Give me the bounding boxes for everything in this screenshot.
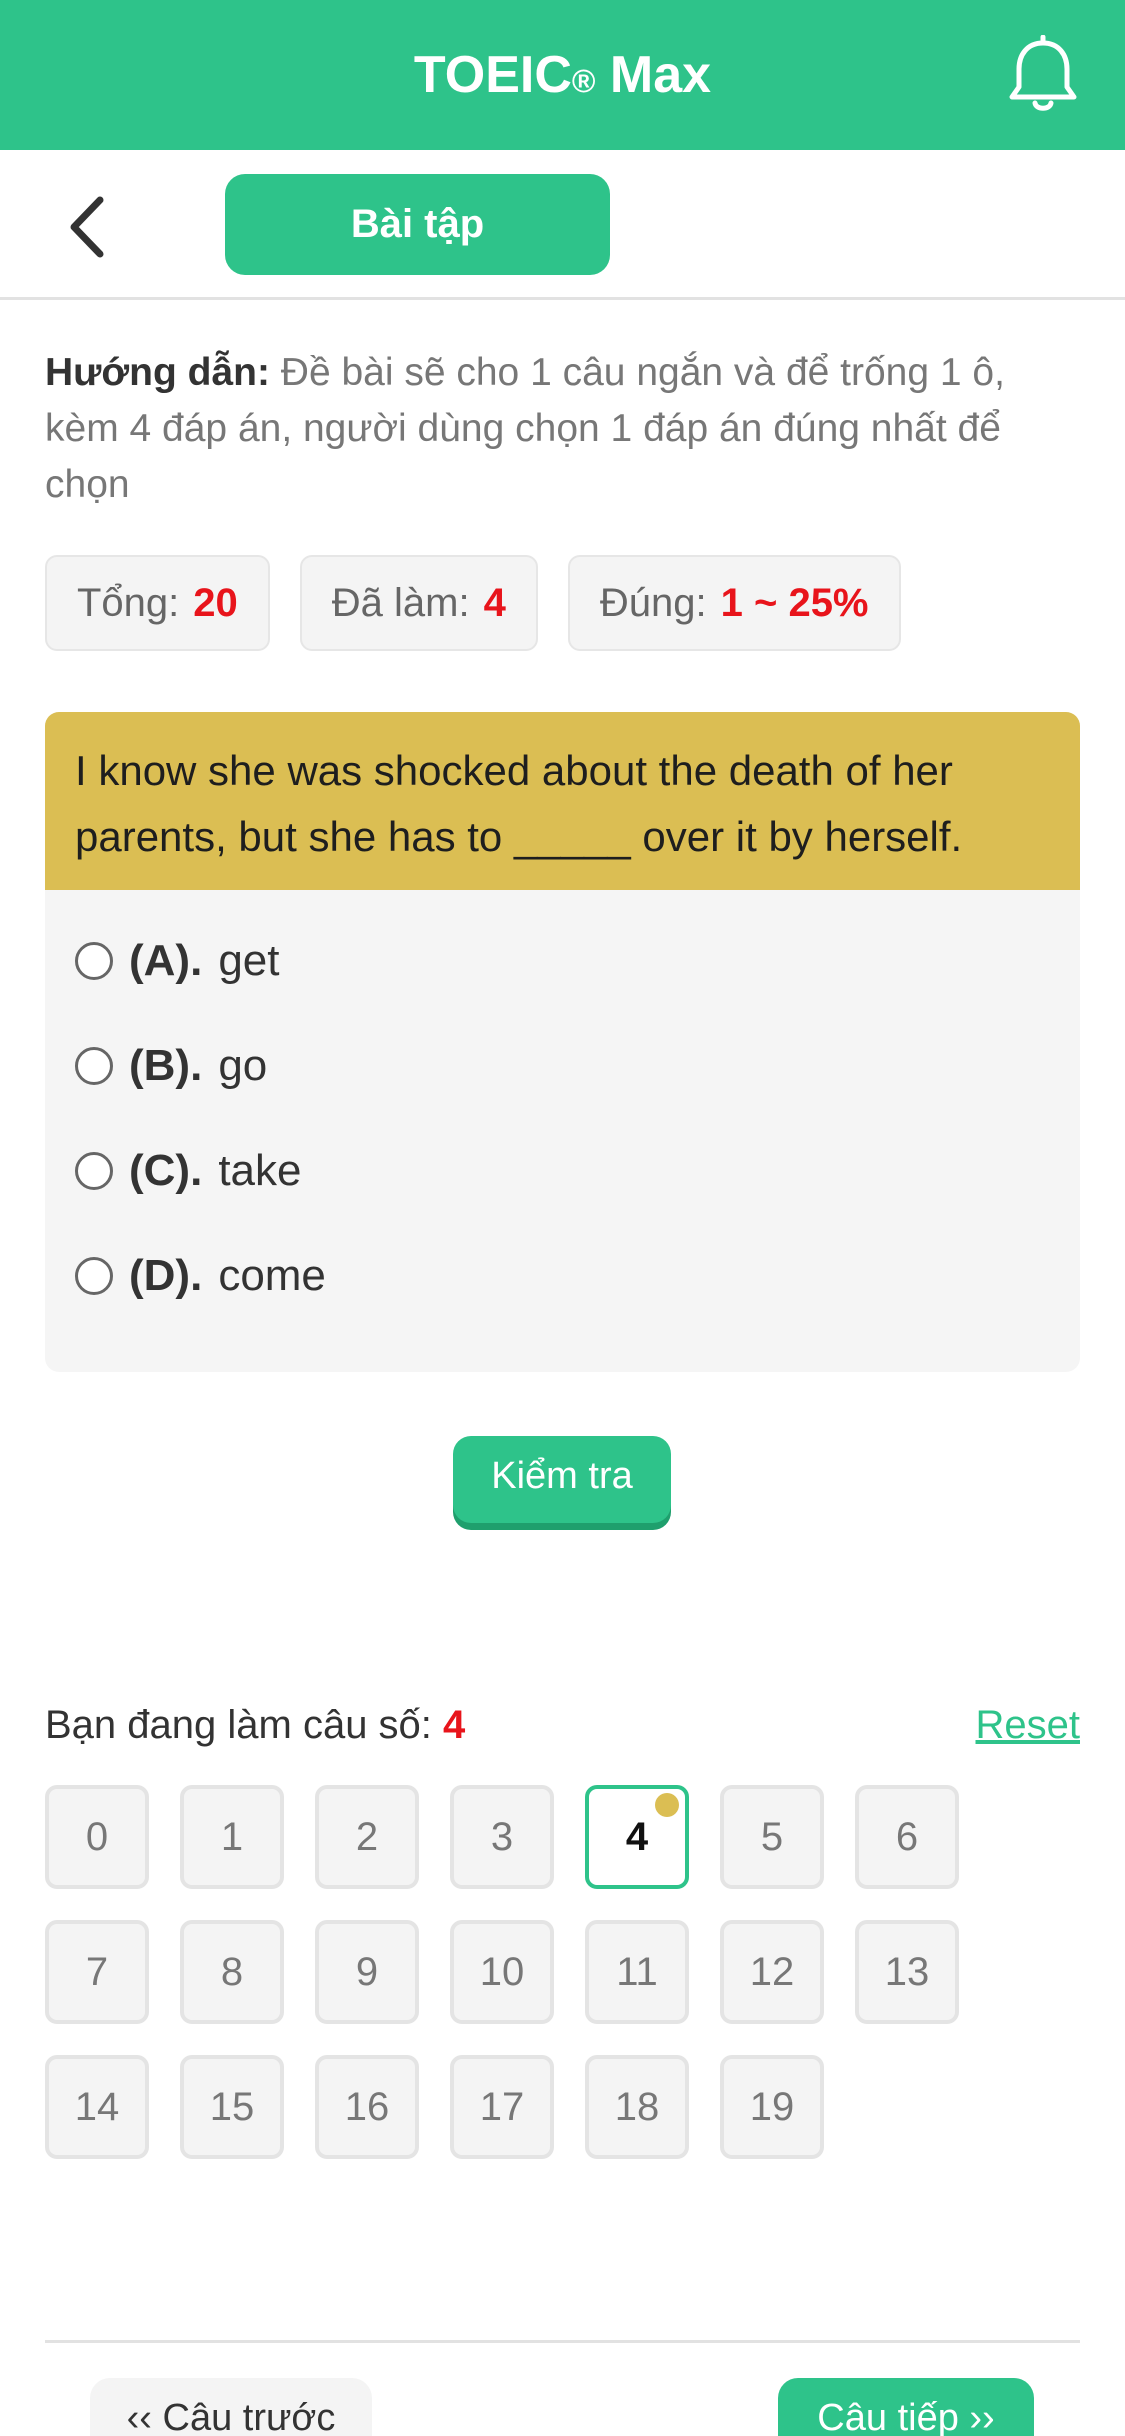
option-a[interactable]: (A). get [45, 908, 1080, 1013]
option-text: get [218, 935, 280, 985]
question-number-button[interactable]: 15 [180, 2055, 284, 2159]
instructions: Hướng dẫn: Đề bài sẽ cho 1 câu ngắn và đ… [45, 345, 1085, 513]
question-number-button[interactable]: 2 [315, 1785, 419, 1889]
options-list: (A). get (B). go (C). take (D). come [45, 890, 1080, 1328]
chevron-left-icon [70, 196, 104, 258]
prev-question-button[interactable]: ‹‹ Câu trước [90, 2378, 372, 2436]
option-c[interactable]: (C). take [45, 1118, 1080, 1223]
stat-done-value: 4 [483, 580, 506, 625]
stat-total-value: 20 [193, 580, 238, 625]
question-number-button[interactable]: 11 [585, 1920, 689, 2024]
registered-mark: ® [571, 63, 596, 99]
question-number-button[interactable]: 13 [855, 1920, 959, 2024]
divider [45, 2340, 1080, 2343]
question-number-button[interactable]: 0 [45, 1785, 149, 1889]
tab-exercises[interactable]: Bài tập [225, 174, 610, 275]
stat-done-label: Đã làm: [331, 580, 470, 625]
question-number-button[interactable]: 12 [720, 1920, 824, 2024]
option-key: (B). [129, 1040, 203, 1090]
question-number-button[interactable]: 16 [315, 2055, 419, 2159]
question-card: I know she was shocked about the death o… [45, 712, 1080, 1372]
bell-icon[interactable] [1005, 34, 1081, 115]
question-number-button[interactable]: 8 [180, 1920, 284, 2024]
current-question-label: Bạn đang làm câu số: [45, 1703, 432, 1747]
current-question-row: Bạn đang làm câu số: 4 Reset [45, 1695, 1080, 1755]
option-key: (D). [129, 1250, 203, 1300]
option-key: (C). [129, 1145, 203, 1195]
stat-correct-label: Đúng: [599, 580, 707, 625]
radio-button[interactable] [75, 941, 113, 980]
option-text: come [218, 1250, 326, 1300]
question-number-button[interactable]: 3 [450, 1785, 554, 1889]
app-title-main: TOEIC [413, 46, 572, 104]
question-text: I know she was shocked about the death o… [45, 712, 1080, 890]
check-button[interactable]: Kiểm tra [453, 1436, 671, 1523]
radio-button[interactable] [75, 1151, 113, 1190]
current-marker-dot [655, 1793, 679, 1817]
radio-button[interactable] [75, 1046, 113, 1085]
option-b[interactable]: (B). go [45, 1013, 1080, 1118]
reset-link[interactable]: Reset [976, 1695, 1081, 1755]
next-question-button[interactable]: Câu tiếp ›› [778, 2378, 1034, 2436]
question-number-button[interactable]: 5 [720, 1785, 824, 1889]
question-number-button[interactable]: 19 [720, 2055, 824, 2159]
app-title-suffix: Max [595, 46, 712, 104]
question-number-button[interactable]: 6 [855, 1785, 959, 1889]
sub-header: Bài tập [0, 150, 1125, 300]
radio-button[interactable] [75, 1256, 113, 1295]
app-title: TOEIC® Max [0, 40, 1125, 110]
stat-correct-value: 1 ~ 25% [720, 580, 869, 625]
stat-correct: Đúng: 1 ~ 25% [567, 555, 901, 651]
app-bar: TOEIC® Max [0, 0, 1125, 150]
option-text: take [218, 1145, 302, 1195]
question-number-button[interactable]: 9 [315, 1920, 419, 2024]
option-key: (A). [129, 935, 203, 985]
question-number-button[interactable]: 18 [585, 2055, 689, 2159]
current-question-number: 4 [443, 1703, 466, 1747]
stat-total: Tổng: 20 [45, 555, 270, 651]
question-number-button[interactable]: 17 [450, 2055, 554, 2159]
question-number-button[interactable]: 14 [45, 2055, 149, 2159]
instructions-label: Hướng dẫn: [45, 351, 270, 394]
question-number-button[interactable]: 10 [450, 1920, 554, 2024]
stats-row: Tổng: 20 Đã làm: 4 Đúng: 1 ~ 25% [45, 555, 901, 651]
stat-total-label: Tổng: [77, 580, 180, 625]
option-d[interactable]: (D). come [45, 1223, 1080, 1328]
question-number-button[interactable]: 7 [45, 1920, 149, 2024]
question-number-button[interactable]: 1 [180, 1785, 284, 1889]
option-text: go [218, 1040, 268, 1090]
stat-done: Đã làm: 4 [299, 555, 538, 651]
question-number-button[interactable]: 4 [585, 1785, 689, 1889]
back-button[interactable] [60, 192, 120, 262]
